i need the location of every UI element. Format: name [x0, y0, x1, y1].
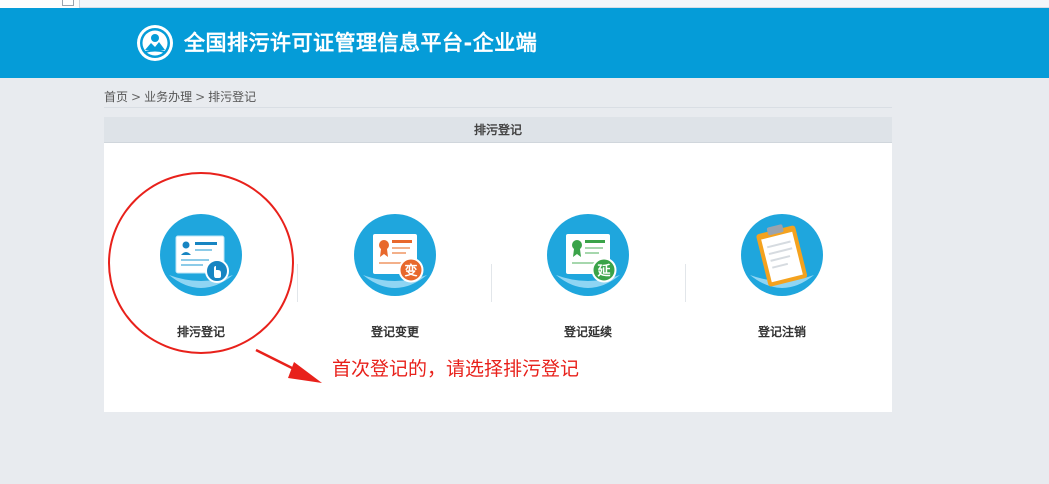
- service-registration-extension[interactable]: 延 登记延续: [528, 213, 648, 340]
- breadcrumb-separator: >: [195, 90, 206, 104]
- browser-top-strip: [0, 0, 1049, 8]
- service-registration-change[interactable]: 变 登记变更: [335, 213, 455, 340]
- site-header: 全国排污许可证管理信息平台-企业端: [0, 8, 1049, 78]
- annotation-arrow-icon: [255, 348, 322, 383]
- breadcrumb-current: 排污登记: [208, 90, 257, 104]
- service-registration-cancellation[interactable]: 登记注销: [722, 213, 842, 340]
- change-badge: 变: [404, 263, 417, 279]
- certificate-change-icon: 变: [354, 214, 436, 296]
- service-label: 登记注销: [757, 325, 806, 339]
- divider: [297, 264, 298, 302]
- platform-title: 全国排污许可证管理信息平台-企业端: [184, 31, 538, 55]
- annotation-highlight-circle: [108, 172, 294, 354]
- annotation-text: 首次登记的，请选择排污登记: [332, 358, 580, 380]
- certificate-extend-icon: 延: [547, 214, 629, 296]
- extend-badge: 延: [596, 263, 611, 279]
- clipboard-cancel-icon: [741, 214, 823, 296]
- browser-tab-icon: [62, 0, 74, 6]
- service-label: 登记延续: [563, 325, 612, 339]
- service-label: 登记变更: [370, 325, 419, 339]
- divider: [685, 264, 686, 302]
- divider: [491, 264, 492, 302]
- environmental-protection-emblem-icon: [137, 25, 173, 61]
- breadcrumb: 首页 > 业务办理 > 排污登记: [104, 89, 892, 108]
- breadcrumb-home[interactable]: 首页: [104, 90, 128, 104]
- breadcrumb-business[interactable]: 业务办理: [144, 90, 192, 104]
- breadcrumb-separator: >: [131, 90, 142, 104]
- panel-title: 排污登记: [104, 117, 892, 143]
